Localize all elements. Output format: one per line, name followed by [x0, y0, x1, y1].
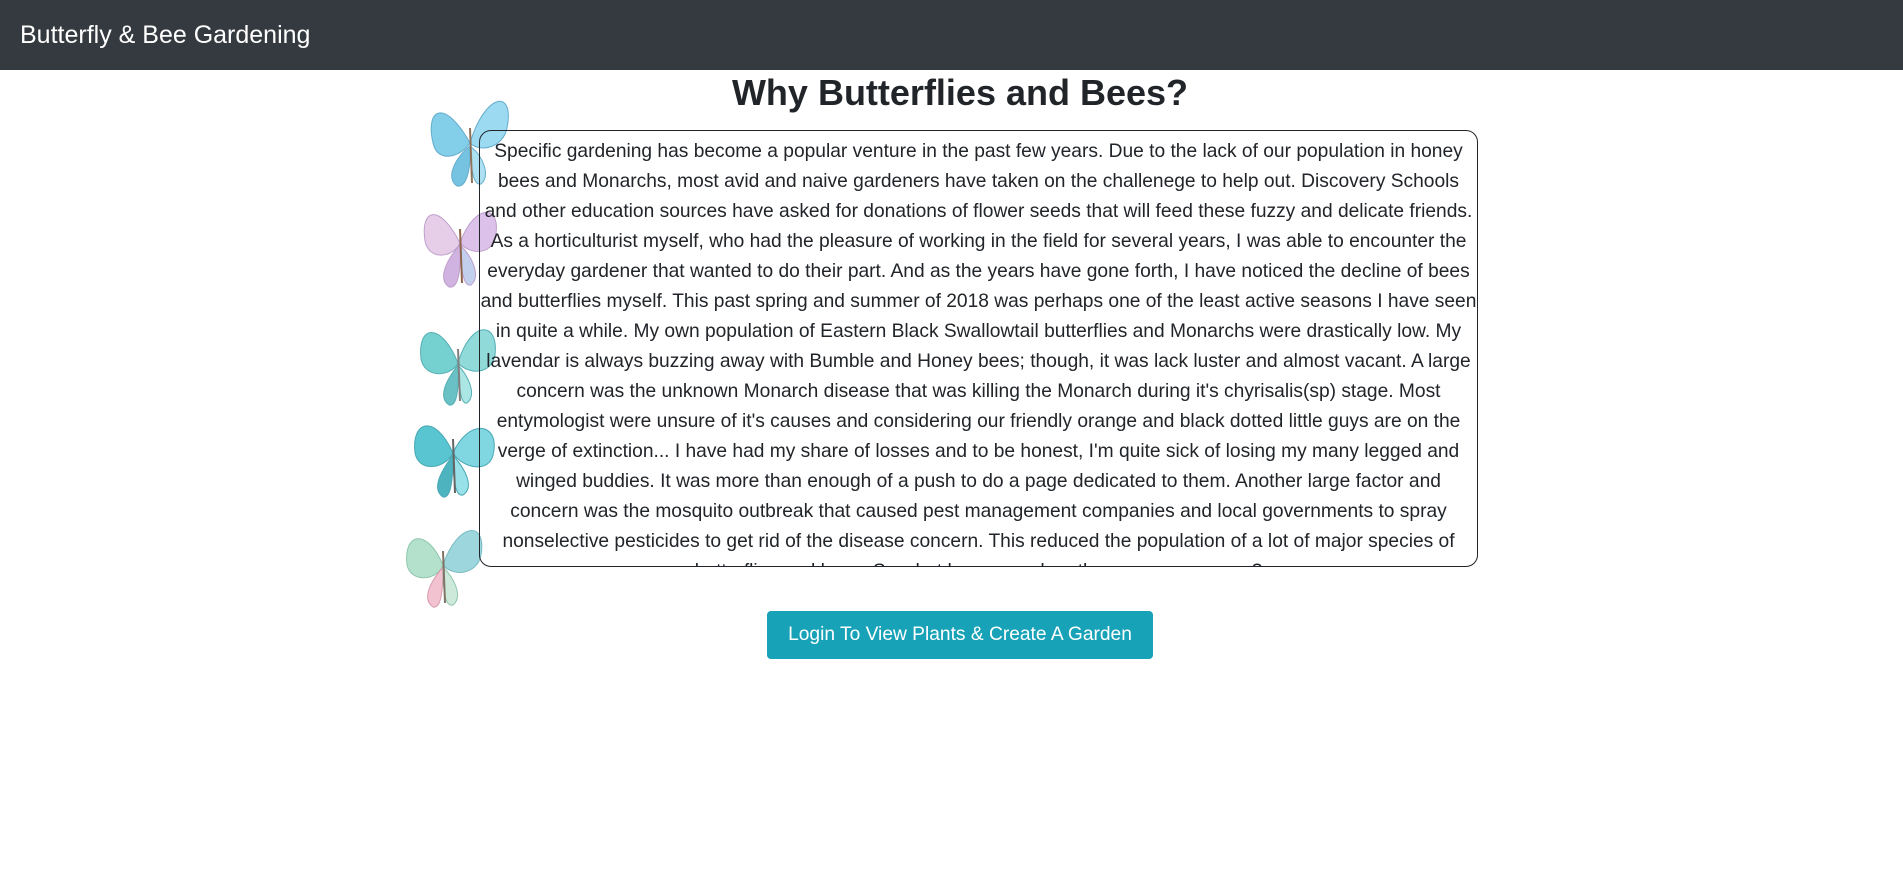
navbar: Butterfly & Bee Gardening	[0, 0, 1903, 70]
navbar-brand[interactable]: Butterfly & Bee Gardening	[20, 20, 310, 50]
page-title: Why Butterflies and Bees?	[731, 72, 1189, 113]
intro-text-box[interactable]: Specific gardening has become a popular …	[479, 130, 1478, 567]
butterfly-green-icon	[406, 530, 483, 608]
intro-paragraph: Specific gardening has become a popular …	[480, 141, 1477, 566]
login-button[interactable]: Login To View Plants & Create A Garden	[767, 611, 1153, 659]
